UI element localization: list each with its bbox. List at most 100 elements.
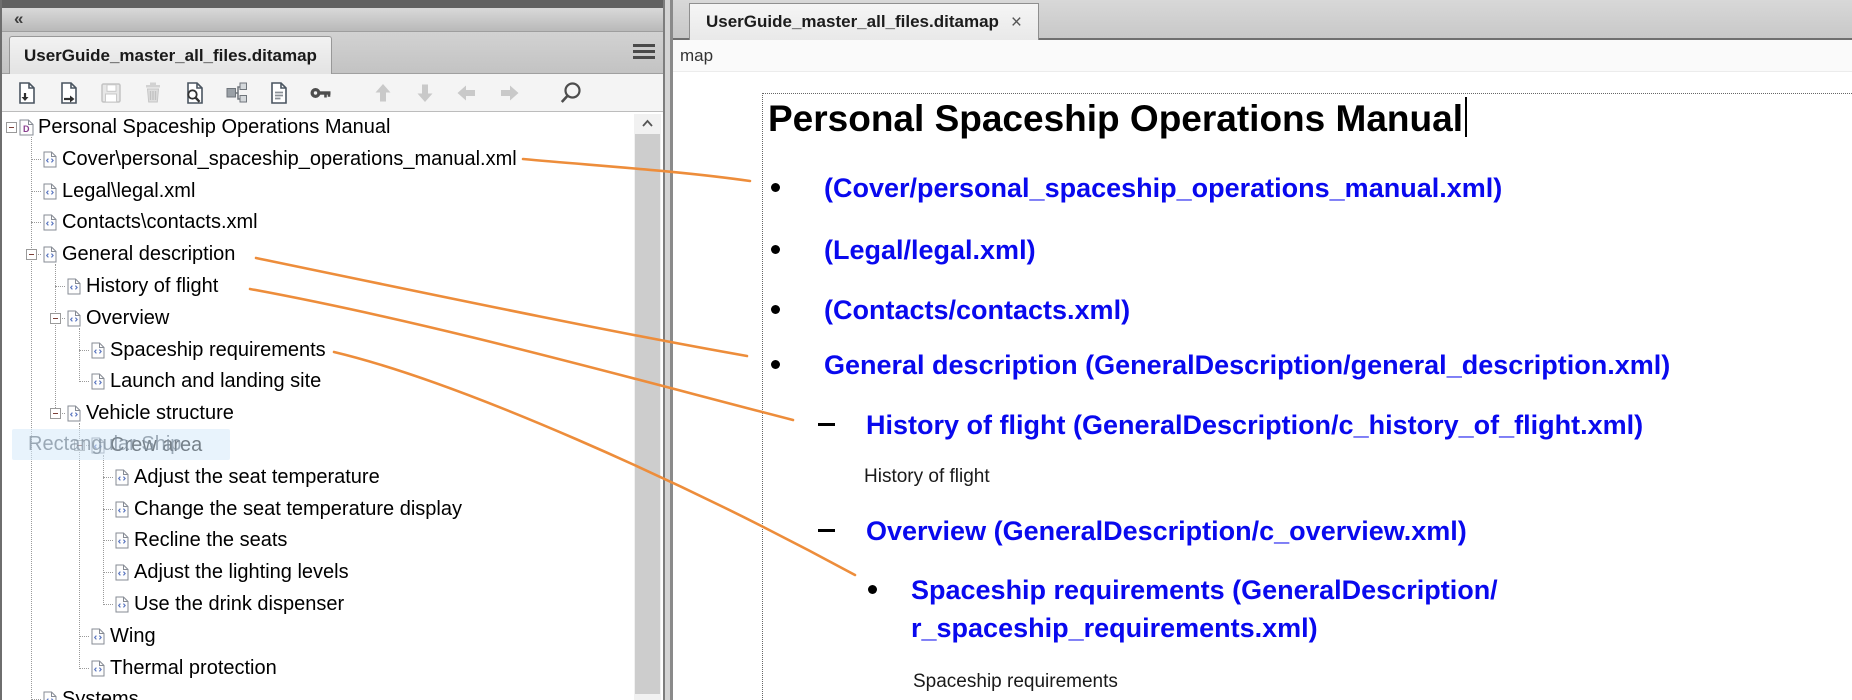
promote-icon xyxy=(450,78,484,108)
close-tab-icon[interactable]: × xyxy=(1011,13,1022,32)
topicref-link[interactable]: (Legal/legal.xml) xyxy=(763,231,1036,269)
relationship-table-icon[interactable] xyxy=(220,78,254,108)
topic-icon xyxy=(67,278,81,295)
ditamap-tree: D Personal Spaceship Operations Manual Cov… xyxy=(2,112,636,700)
tree-item[interactable]: Launch and landing site xyxy=(2,366,636,398)
topicref-navtitle-text: Spaceship requirements xyxy=(763,670,1118,694)
tree-item-label: Cover\personal_spaceship_operations_manu… xyxy=(62,148,517,171)
panel-top-strip xyxy=(2,0,663,8)
tree-item[interactable]: Wing xyxy=(2,621,636,653)
scrollbar-thumb[interactable] xyxy=(635,134,660,694)
collapse-toggle-icon[interactable] xyxy=(50,313,61,324)
svg-text:D: D xyxy=(23,124,30,134)
tree-item[interactable]: Contacts\contacts.xml xyxy=(2,207,636,239)
tree-item-label: Vehicle structure xyxy=(86,402,234,425)
tree-item[interactable]: Adjust the lighting levels xyxy=(2,557,636,589)
panel-menu-icon[interactable] xyxy=(633,44,655,61)
topicref-link[interactable]: (Contacts/contacts.xml) xyxy=(763,291,1130,329)
author-editing-area[interactable]: Personal Spaceship Operations Manual (Co… xyxy=(673,72,1852,700)
tree-scrollbar[interactable] xyxy=(634,114,661,700)
drag-ghost-label: Rectangular Ship xyxy=(12,429,230,460)
tree-item-label: Contacts\contacts.xml xyxy=(62,211,258,234)
tree-item-label: Wing xyxy=(110,625,156,648)
tree-item-label: Overview xyxy=(86,307,169,330)
editor-panel: UserGuide_master_all_files.ditamap × map… xyxy=(673,0,1852,700)
topicref-navtitle-text: History of flight xyxy=(763,465,990,489)
collapse-toggle-icon[interactable] xyxy=(50,408,61,419)
document-icon[interactable] xyxy=(262,78,296,108)
tree-item-label: Adjust the seat temperature xyxy=(134,466,380,489)
breadcrumb: map xyxy=(673,40,1852,72)
bullet-icon xyxy=(868,585,877,594)
scroll-up-icon[interactable] xyxy=(634,114,661,133)
tree-item[interactable]: Thermal protection xyxy=(2,653,636,685)
tree-item[interactable]: Adjust the seat temperature xyxy=(2,462,636,494)
collapse-toggle-icon[interactable] xyxy=(26,249,37,260)
tree-item-label: Personal Spaceship Operations Manual xyxy=(38,116,390,139)
topic-icon xyxy=(91,628,105,645)
tree-item-label: Change the seat temperature display xyxy=(134,498,462,521)
tree-item[interactable]: Vehicle structure xyxy=(2,398,636,430)
maps-manager-tabstrip: UserGuide_master_all_files.ditamap xyxy=(2,32,663,74)
text-caret xyxy=(1465,97,1467,137)
topic-icon xyxy=(43,691,57,700)
maps-manager-toolbar xyxy=(2,74,663,112)
breadcrumb-item-map[interactable]: map xyxy=(680,46,713,66)
tree-item-label: Thermal protection xyxy=(110,657,277,680)
document-title[interactable]: Personal Spaceship Operations Manual xyxy=(768,97,1467,140)
editor-tab-label: UserGuide_master_all_files.ditamap xyxy=(706,12,999,32)
tree-item[interactable]: Legal\legal.xml xyxy=(2,176,636,208)
bullet-icon xyxy=(771,305,780,314)
topic-icon xyxy=(115,501,129,518)
panel-splitter[interactable] xyxy=(663,0,673,700)
tree-item-label: Systems xyxy=(62,688,139,700)
topicref-link[interactable]: (Cover/personal_spaceship_operations_man… xyxy=(763,169,1502,207)
tree-item[interactable]: Recline the seats xyxy=(2,525,636,557)
tree-item[interactable]: Use the drink dispenser xyxy=(2,589,636,621)
tree-item[interactable]: Spaceship requirements xyxy=(2,335,636,367)
topicref-link[interactable]: History of flight (GeneralDescription/c_… xyxy=(763,406,1643,444)
ditamap-tab[interactable]: UserGuide_master_all_files.ditamap xyxy=(9,36,332,74)
topic-icon xyxy=(91,373,105,390)
tree-item[interactable]: Systems xyxy=(2,684,636,700)
insert-after-icon[interactable] xyxy=(52,78,86,108)
tree-item-label: Adjust the lighting levels xyxy=(134,561,349,584)
keys-icon[interactable] xyxy=(304,78,338,108)
tree-item[interactable]: History of flight xyxy=(2,271,636,303)
search-icon[interactable] xyxy=(554,78,588,108)
editor-tab[interactable]: UserGuide_master_all_files.ditamap × xyxy=(689,3,1039,40)
tree-item[interactable]: Cover\personal_spaceship_operations_manu… xyxy=(2,144,636,176)
move-up-icon xyxy=(366,78,400,108)
demote-icon xyxy=(492,78,526,108)
tree-item-label: Recline the seats xyxy=(134,529,287,552)
editor-tabstrip: UserGuide_master_all_files.ditamap × xyxy=(673,0,1852,40)
bullet-icon xyxy=(771,245,780,254)
dita-maps-manager-panel: « UserGuide_master_all_files.ditamap D Pe… xyxy=(0,0,663,700)
collapse-panel-icon[interactable]: « xyxy=(14,9,23,29)
topic-icon xyxy=(43,214,57,231)
open-resolved-icon[interactable] xyxy=(178,78,212,108)
panel-collapse-bar: « xyxy=(2,8,663,32)
collapse-toggle-icon[interactable] xyxy=(6,122,17,133)
tree-item[interactable]: Overview xyxy=(2,303,636,335)
tree-item-label: Spaceship requirements xyxy=(110,339,326,362)
map-element-box: Personal Spaceship Operations Manual (Co… xyxy=(762,93,1852,700)
application-window: « UserGuide_master_all_files.ditamap D Pe… xyxy=(0,0,1852,700)
topic-icon xyxy=(67,405,81,422)
tree-item[interactable]: D Personal Spaceship Operations Manual xyxy=(2,112,636,144)
tree-item[interactable]: Change the seat temperature display xyxy=(2,494,636,526)
dash-bullet-icon xyxy=(818,529,835,532)
topicref-link[interactable]: Overview (GeneralDescription/c_overview.… xyxy=(763,512,1467,550)
topic-icon xyxy=(115,596,129,613)
insert-reference-icon[interactable] xyxy=(10,78,44,108)
tree-item-label: Legal\legal.xml xyxy=(62,180,195,203)
tree-item[interactable]: General description xyxy=(2,239,636,271)
save-icon xyxy=(94,78,128,108)
tree-item-label: General description xyxy=(62,243,235,266)
topic-icon xyxy=(91,342,105,359)
topicref-link[interactable]: General description (GeneralDescription/… xyxy=(763,346,1670,384)
topic-icon xyxy=(115,564,129,581)
move-down-icon xyxy=(408,78,442,108)
delete-icon xyxy=(136,78,170,108)
topicref-link[interactable]: Spaceship requirements (GeneralDescripti… xyxy=(763,571,1498,647)
